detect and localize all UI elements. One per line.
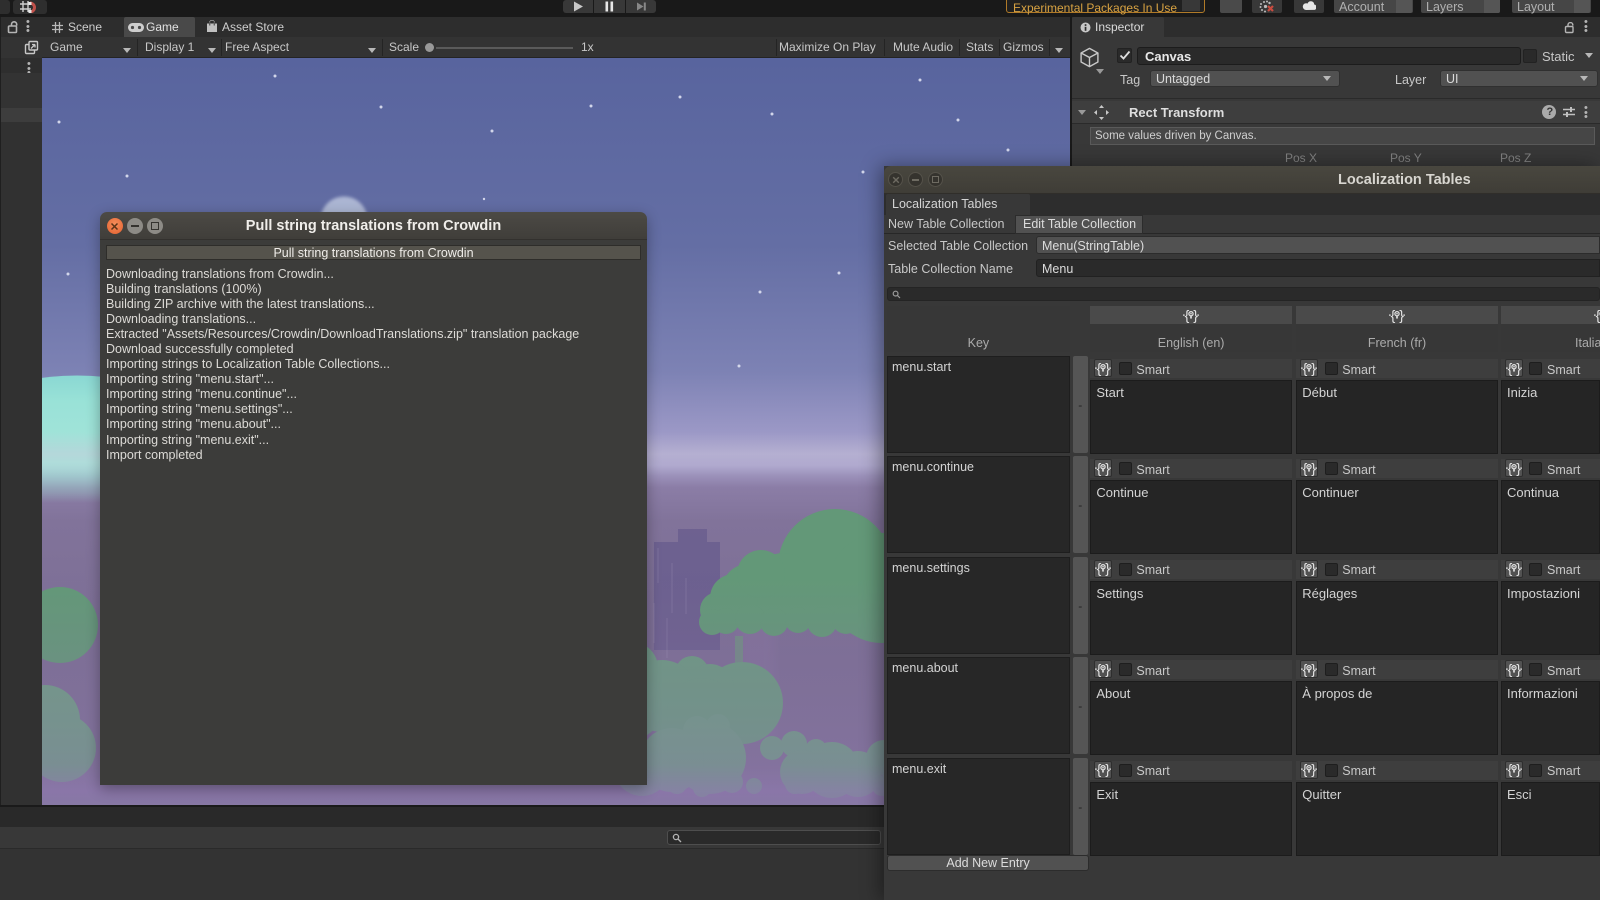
- svg-text:{: {: [1302, 361, 1307, 376]
- svg-text:{: {: [1507, 762, 1512, 777]
- svg-text:{: {: [1507, 461, 1512, 476]
- svg-text:{: {: [1507, 361, 1512, 376]
- svg-text:{: {: [1097, 762, 1102, 777]
- svg-text:{: {: [1097, 361, 1102, 376]
- svg-text:{: {: [1097, 461, 1102, 476]
- svg-text:{: {: [1185, 308, 1190, 323]
- svg-text:{: {: [1391, 308, 1396, 323]
- svg-text:{: {: [1302, 561, 1307, 576]
- svg-text:{: {: [1097, 561, 1102, 576]
- svg-text:{: {: [1302, 461, 1307, 476]
- svg-text:{: {: [1507, 561, 1512, 576]
- svg-text:{: {: [1302, 762, 1307, 777]
- svg-text:{: {: [1507, 662, 1512, 677]
- svg-text:{: {: [1097, 662, 1102, 677]
- svg-text:{: {: [1595, 308, 1600, 323]
- svg-text:{: {: [1302, 662, 1307, 677]
